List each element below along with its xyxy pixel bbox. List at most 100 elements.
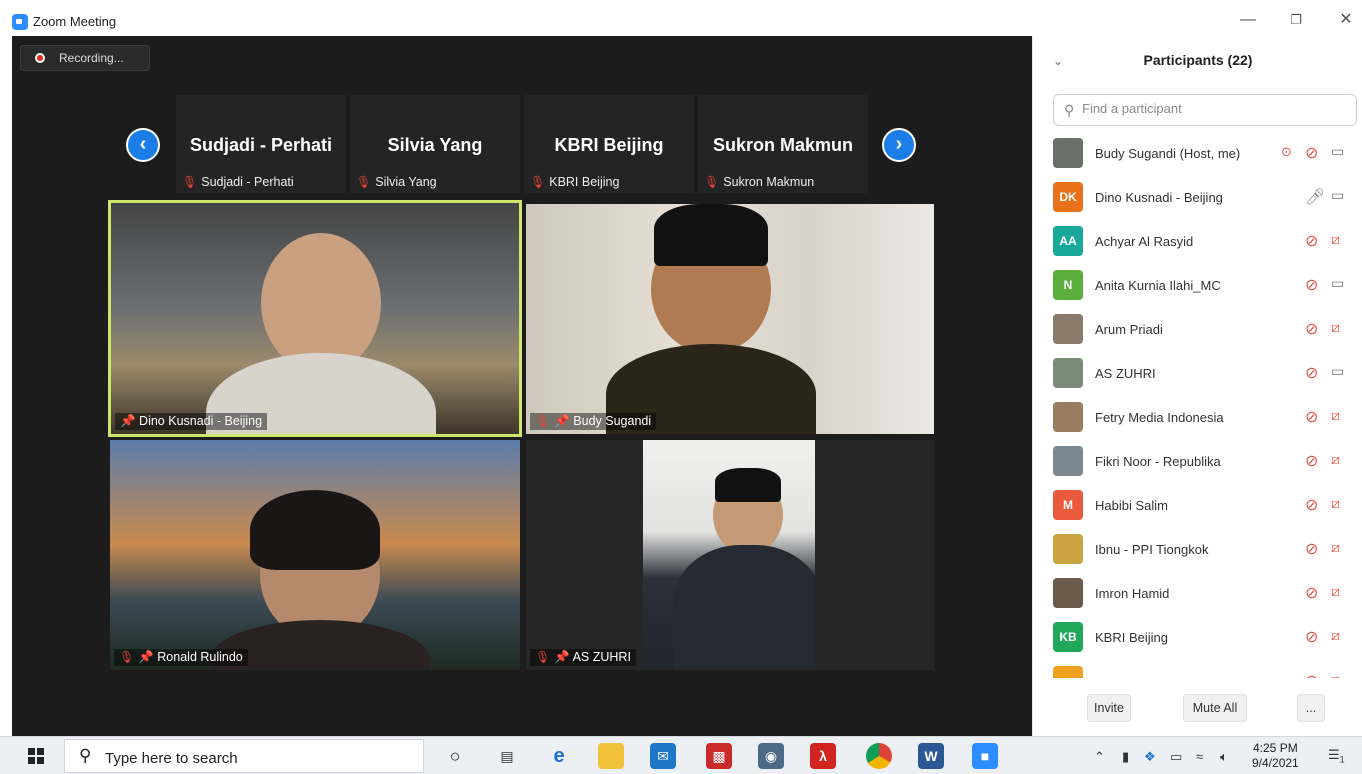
avatar xyxy=(1053,666,1083,678)
volume-icon[interactable]: 🔈︎ xyxy=(1220,749,1228,765)
participant-row[interactable]: Ibnu - PPI Tiongkok ⊘ ⧄ xyxy=(1033,528,1362,572)
muted-mic-icon[interactable]: ⊘ xyxy=(1305,627,1318,647)
window-title: Zoom Meeting xyxy=(33,14,117,29)
participant-row[interactable]: Fetry Media Indonesia ⊘ ⧄ xyxy=(1033,396,1362,440)
wifi-icon[interactable]: ≈ xyxy=(1196,749,1203,764)
chrome-icon[interactable] xyxy=(866,743,892,769)
camera-icon[interactable]: ▭ xyxy=(1331,187,1344,204)
video-tile-ronald[interactable]: 🎙︎ 📌 Ronald Rulindo xyxy=(110,440,520,670)
camera-off-icon[interactable]: ⧄ xyxy=(1331,539,1340,556)
muted-mic-icon[interactable]: ⊘ xyxy=(1305,319,1318,339)
tile-label: 🎙︎ 📌 Budy Sugandi xyxy=(530,413,657,430)
edge-icon[interactable]: e xyxy=(546,743,572,769)
battery-icon[interactable]: ▭ xyxy=(1170,749,1182,765)
bluetooth-icon[interactable]: ❖ xyxy=(1144,749,1156,765)
system-clock[interactable]: 4:25 PM 9/4/2021 xyxy=(1252,741,1299,771)
muted-mic-icon[interactable]: ⊘ xyxy=(1305,583,1318,603)
close-button[interactable]: ✕ xyxy=(1326,8,1362,32)
avatar: DK xyxy=(1053,182,1083,212)
participant-name: Arum Priadi xyxy=(1095,322,1163,337)
participant-row[interactable]: ⊘⧄ xyxy=(1033,660,1362,678)
camera-off-icon[interactable]: ⧄ xyxy=(1331,319,1340,336)
muted-mic-icon[interactable]: ⊘ xyxy=(1305,495,1318,515)
muted-mic-icon[interactable]: ⊘ xyxy=(1305,671,1318,678)
record-icon xyxy=(35,53,45,63)
camera-off-icon[interactable]: ⧄ xyxy=(1331,407,1340,424)
cortana-icon[interactable]: ○ xyxy=(442,743,468,769)
participant-row[interactable]: KB KBRI Beijing ⊘ ⧄ xyxy=(1033,616,1362,660)
participant-row[interactable]: Imron Hamid ⊘ ⧄ xyxy=(1033,572,1362,616)
recording-indicator[interactable]: Recording... xyxy=(20,45,150,71)
avatar: N xyxy=(1053,270,1083,300)
invite-button[interactable]: Invite xyxy=(1087,694,1131,722)
avatar xyxy=(1053,534,1083,564)
muted-mic-icon[interactable]: ⊘ xyxy=(1305,539,1318,559)
participant-search[interactable]: ⚲ xyxy=(1053,94,1357,126)
mic-icon[interactable]: 🎤︎ xyxy=(1305,187,1325,207)
camera-off-icon[interactable]: ⧄ xyxy=(1331,671,1340,678)
minimize-button[interactable]: — xyxy=(1228,8,1268,32)
camera-off-icon[interactable]: ⧄ xyxy=(1331,627,1340,644)
muted-mic-icon[interactable]: ⊘ xyxy=(1305,407,1318,427)
muted-mic-icon[interactable]: ⊘ xyxy=(1305,363,1318,383)
restore-button[interactable]: ❐ xyxy=(1276,8,1316,32)
strip-tile-sudjadi[interactable]: Sudjadi - Perhati 🎙︎ Sudjadi - Perhati xyxy=(176,95,346,193)
mute-all-button[interactable]: Mute All xyxy=(1183,694,1247,722)
avatar xyxy=(1053,358,1083,388)
participant-video xyxy=(261,233,381,373)
camera-off-icon[interactable]: ⧄ xyxy=(1331,231,1340,248)
strip-label: 🎙︎ Sukron Makmun xyxy=(704,175,815,189)
camera-icon[interactable]: ◉ xyxy=(758,743,784,769)
muted-mic-icon[interactable]: ⊘ xyxy=(1305,451,1318,471)
peci-hat xyxy=(654,204,768,266)
video-tile-budy[interactable]: 🎙︎ 📌 Budy Sugandi xyxy=(526,204,934,434)
participant-row[interactable]: DK Dino Kusnadi - Beijing 🎤︎ ▭ xyxy=(1033,176,1362,220)
participant-name: Fikri Noor - Republika xyxy=(1095,454,1221,469)
chevron-up-icon[interactable]: ⌃ xyxy=(1094,749,1105,765)
strip-tile-sukron[interactable]: Sukron Makmun 🎙︎ Sukron Makmun xyxy=(698,95,868,193)
participant-name: Imron Hamid xyxy=(1095,586,1170,601)
next-page-button[interactable]: › xyxy=(882,128,916,162)
strip-tile-kbri[interactable]: KBRI Beijing 🎙︎ KBRI Beijing xyxy=(524,95,694,193)
acrobat-icon[interactable]: λ xyxy=(810,743,836,769)
notification-icon[interactable]: ☰1 xyxy=(1328,747,1345,765)
strip-tile-silvia[interactable]: Silvia Yang 🎙︎ Silvia Yang xyxy=(350,95,520,193)
camera-icon[interactable]: ▭ xyxy=(1331,143,1344,160)
participant-row[interactable]: Arum Priadi ⊘ ⧄ xyxy=(1033,308,1362,352)
zoom-taskbar-icon[interactable]: ■ xyxy=(972,743,998,769)
task-view-icon[interactable]: ▤ xyxy=(494,743,520,769)
word-icon[interactable]: W xyxy=(918,743,944,769)
peci-hat xyxy=(715,468,781,502)
camera-icon[interactable]: ▭ xyxy=(1331,363,1344,380)
search-input[interactable] xyxy=(1082,101,1342,116)
muted-mic-icon[interactable]: ⊘ xyxy=(1305,231,1318,251)
tile-label: 📌 Dino Kusnadi - Beijing xyxy=(115,413,268,430)
camera-icon[interactable]: ▭ xyxy=(1331,275,1344,292)
previous-page-button[interactable]: ‹ xyxy=(126,128,160,162)
muted-mic-icon[interactable]: ⊘ xyxy=(1305,275,1318,295)
muted-mic-icon[interactable]: ⊘ xyxy=(1305,143,1318,163)
avatar xyxy=(1053,446,1083,476)
windows-start-icon[interactable] xyxy=(28,748,44,764)
participant-list[interactable]: Budy Sugandi (Host, me) ⊙ ⊘ ▭ DK Dino Kusnadi… xyxy=(1033,132,1362,678)
participant-row[interactable]: M Habibi Salim ⊘ ⧄ xyxy=(1033,484,1362,528)
avatar: KB xyxy=(1053,622,1083,652)
recording-icon: ⊙ xyxy=(1281,144,1292,159)
participant-row[interactable]: Budy Sugandi (Host, me) ⊙ ⊘ ▭ xyxy=(1033,132,1362,176)
participant-row[interactable]: AS ZUHRI ⊘ ▭ xyxy=(1033,352,1362,396)
muted-mic-icon: 🎙︎ xyxy=(356,175,372,189)
taskbar-search[interactable]: ⚲ Type here to search xyxy=(64,739,424,773)
store-icon[interactable]: ▩ xyxy=(706,743,732,769)
participant-row[interactable]: Fikri Noor - Republika ⊘ ⧄ xyxy=(1033,440,1362,484)
camera-off-icon[interactable]: ⧄ xyxy=(1331,495,1340,512)
usb-icon[interactable]: ▮ xyxy=(1122,749,1129,765)
mail-icon[interactable]: ✉ xyxy=(650,743,676,769)
more-button[interactable]: ... xyxy=(1297,694,1325,722)
avatar: AA xyxy=(1053,226,1083,256)
participant-row[interactable]: N Anita Kurnia Ilahi_MC ⊘ ▭ xyxy=(1033,264,1362,308)
video-tile-dino[interactable]: 📌 Dino Kusnadi - Beijing xyxy=(108,200,522,437)
participant-row[interactable]: AA Achyar Al Rasyid ⊘ ⧄ xyxy=(1033,220,1362,264)
camera-off-icon[interactable]: ⧄ xyxy=(1331,451,1340,468)
file-explorer-icon[interactable] xyxy=(598,743,624,769)
camera-off-icon[interactable]: ⧄ xyxy=(1331,583,1340,600)
